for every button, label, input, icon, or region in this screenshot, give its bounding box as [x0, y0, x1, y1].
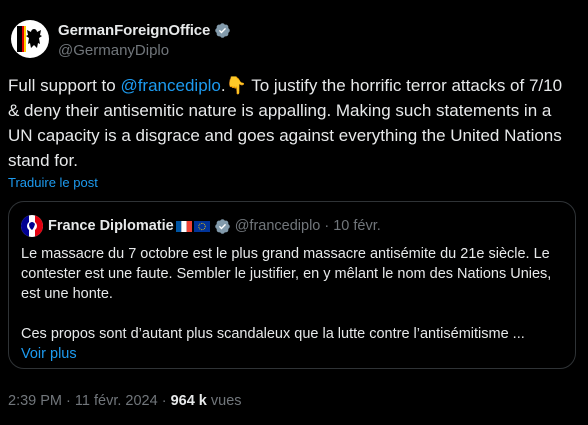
tweet-text: Full support to @francediplo.👇 To justif… — [8, 73, 578, 173]
german-eagle-logo — [17, 26, 42, 52]
tweet-meta: 2:39 PM · 11 févr. 2024 · 964 k vues — [8, 393, 242, 409]
quote-date: · 10 févr. — [324, 218, 381, 234]
author-handle[interactable]: @GermanyDiplo — [58, 42, 231, 59]
mention-link[interactable]: @francediplo — [120, 76, 220, 95]
verified-badge-icon — [214, 218, 230, 234]
eu-flag-icon — [193, 220, 210, 232]
quote-paragraph-2: Ces propos sont d’autant plus scandaleux… — [21, 326, 525, 342]
tweet-date[interactable]: 11 févr. 2024 — [75, 393, 158, 409]
quote-paragraph-1: Le massacre du 7 octobre est le plus gra… — [21, 246, 552, 302]
meta-separator-2: · — [157, 393, 171, 409]
quote-author-name: France Diplomatie — [48, 218, 174, 234]
author-name[interactable]: GermanForeignOffice — [58, 22, 210, 39]
tweet-time[interactable]: 2:39 PM — [8, 393, 62, 409]
marianne-logo — [21, 215, 43, 237]
quote-author-handle: @francediplo — [234, 218, 321, 234]
see-more-link[interactable]: Voir plus — [21, 344, 566, 364]
translate-link[interactable]: Traduire le post — [8, 175, 98, 190]
french-flag-icon — [175, 220, 192, 232]
views-count: 964 k — [170, 393, 207, 409]
quote-avatar — [21, 215, 43, 237]
quote-text: Le massacre du 7 octobre est le plus gra… — [21, 244, 566, 364]
author-block: GermanForeignOffice @GermanyDiplo — [58, 21, 231, 59]
quote-header: France Diplomatie @francediplo · 10 févr… — [21, 215, 381, 237]
tweet-text-start: Full support to — [8, 76, 121, 95]
verified-badge-icon[interactable] — [214, 22, 231, 39]
quoted-tweet[interactable]: France Diplomatie @francediplo · 10 févr… — [8, 201, 576, 369]
meta-separator: · — [62, 393, 75, 409]
author-avatar[interactable] — [11, 20, 49, 58]
views-label: vues — [210, 393, 242, 409]
